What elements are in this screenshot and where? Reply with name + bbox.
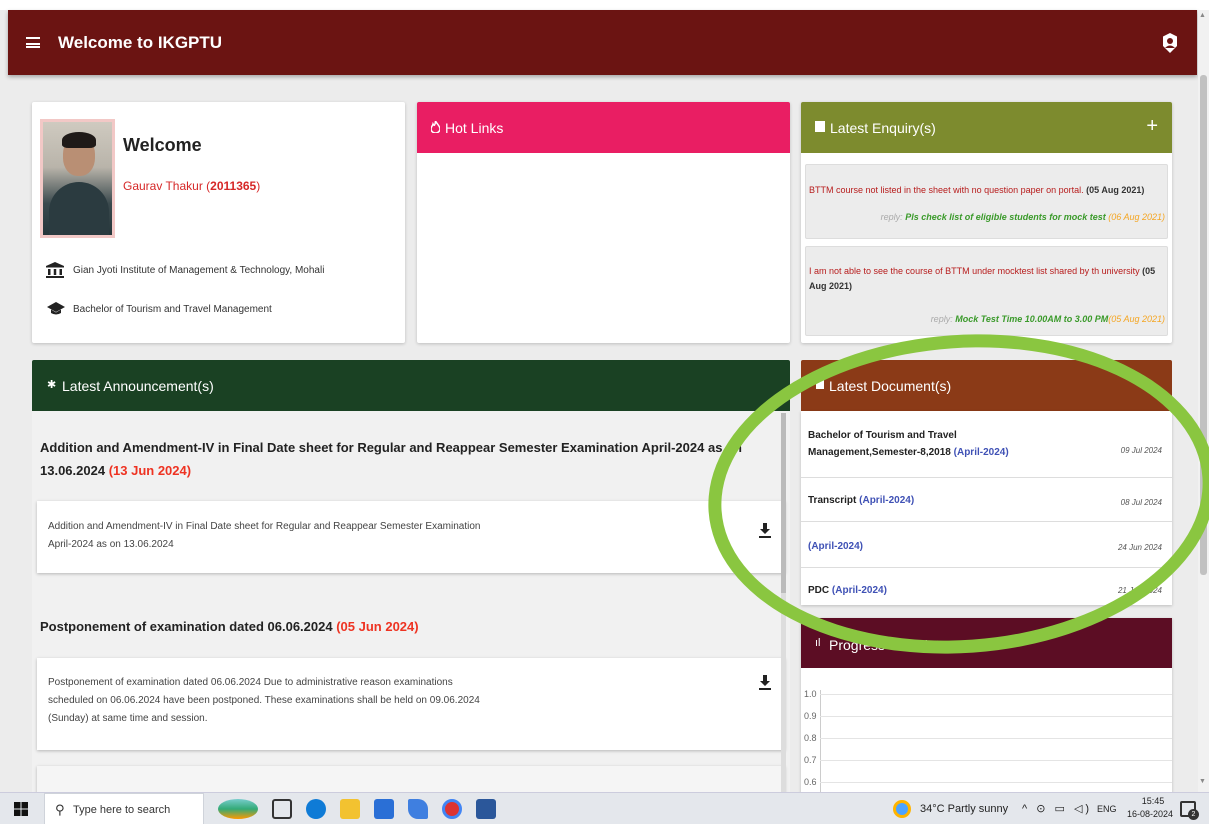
account-icon[interactable]: [1161, 32, 1179, 54]
y-grid: [820, 782, 1172, 783]
enquiry-reply: reply: Mock Test Time 10.00AM to 3.00 PM…: [930, 314, 1165, 324]
weather-icon[interactable]: [893, 800, 911, 818]
student-id: 2011365: [210, 179, 257, 193]
chart-y-axis: [820, 690, 821, 792]
y-tick: 1.0: [804, 689, 817, 699]
y-grid: [820, 716, 1172, 717]
download-icon[interactable]: [759, 675, 771, 691]
app-title: Welcome to IKGPTU: [58, 32, 223, 52]
announcements-header: ✱ Latest Announcement(s): [32, 360, 790, 411]
hot-links-title: Hot Links: [445, 120, 504, 136]
store-icon[interactable]: [374, 799, 394, 819]
flag-icon: [815, 121, 825, 132]
announcement-detail-card: Postponement of examination dated 06.06.…: [37, 658, 785, 750]
landscape-widget-icon[interactable]: [218, 799, 258, 819]
enquiry-item: I am not able to see the course of BTTM …: [805, 246, 1168, 336]
clock-time[interactable]: 15:45: [1127, 796, 1179, 806]
enquiry-question: I am not able to see the course of BTTM …: [809, 266, 1156, 291]
menu-icon[interactable]: [26, 37, 40, 48]
search-placeholder: Type here to search: [73, 804, 171, 816]
institute-name: Gian Jyoti Institute of Management & Tec…: [73, 265, 325, 276]
scroll-up-arrow-icon[interactable]: ▲: [1199, 12, 1206, 19]
add-enquiry-plus-icon[interactable]: +: [1146, 115, 1158, 138]
institution-icon: [46, 262, 64, 278]
clock-date[interactable]: 16-08-2024: [1122, 809, 1178, 819]
announcement-detail-card: Addition and Amendment-IV in Final Date …: [37, 501, 785, 573]
language-indicator[interactable]: ENG: [1097, 804, 1117, 814]
student-name: Gaurav Thakur (2011365): [123, 179, 261, 193]
announcement-title[interactable]: Addition and Amendment-IV in Final Date …: [40, 436, 780, 482]
y-grid: [820, 694, 1172, 695]
word-icon[interactable]: [476, 799, 496, 819]
task-view-icon[interactable]: [272, 799, 292, 819]
bar-chart-icon: ıl: [815, 637, 821, 649]
enquiry-title: Latest Enquiry(s): [830, 120, 936, 136]
announcement-title[interactable]: Postponement of examination dated 06.06.…: [40, 615, 419, 638]
app-bar: Welcome to IKGPTU: [8, 10, 1197, 75]
y-tick: 0.8: [804, 733, 817, 743]
scroll-down-arrow-icon[interactable]: ▼: [1199, 778, 1206, 785]
y-grid: [820, 760, 1172, 761]
fire-icon: [431, 121, 440, 133]
y-tick: 0.6: [804, 777, 817, 787]
y-tick: 0.7: [804, 755, 817, 765]
taskbar: ⚲ Type here to search 34°C Partly sunny …: [0, 792, 1209, 824]
file-explorer-icon[interactable]: [340, 799, 360, 819]
announcement-text: Addition and Amendment-IV in Final Date …: [48, 521, 481, 550]
notification-badge: 2: [1188, 809, 1199, 820]
graduation-cap-icon: [47, 302, 65, 315]
app-icon[interactable]: [408, 799, 428, 819]
search-icon: ⚲: [55, 802, 65, 817]
y-grid: [820, 738, 1172, 739]
announcements-title: Latest Announcement(s): [62, 378, 214, 394]
system-tray-icons[interactable]: ^ ⊙ ▭ ◁): [1022, 802, 1092, 815]
bell-icon: ✱: [47, 379, 57, 391]
enquiry-question: BTTM course not listed in the sheet with…: [809, 185, 1145, 195]
enquiry-reply: reply: Pls check list of eligible studen…: [880, 212, 1165, 222]
edge-browser-icon[interactable]: [306, 799, 326, 819]
top-strip: [0, 0, 1209, 10]
enquiry-header: Latest Enquiry(s) +: [801, 102, 1172, 153]
enquiry-item: BTTM course not listed in the sheet with…: [805, 164, 1168, 239]
taskbar-search-box[interactable]: ⚲ Type here to search: [44, 793, 204, 824]
y-tick: 0.9: [804, 711, 817, 721]
announcement-text: Postponement of examination dated 06.06.…: [48, 677, 480, 724]
program-name: Bachelor of Tourism and Travel Managemen…: [73, 304, 272, 315]
windows-start-icon[interactable]: [14, 802, 28, 816]
hot-links-header: Hot Links: [417, 102, 790, 153]
chrome-icon[interactable]: [442, 799, 462, 819]
weather-text[interactable]: 34°C Partly sunny: [920, 803, 1008, 815]
welcome-heading: Welcome: [123, 135, 202, 155]
student-photo: [40, 119, 115, 238]
